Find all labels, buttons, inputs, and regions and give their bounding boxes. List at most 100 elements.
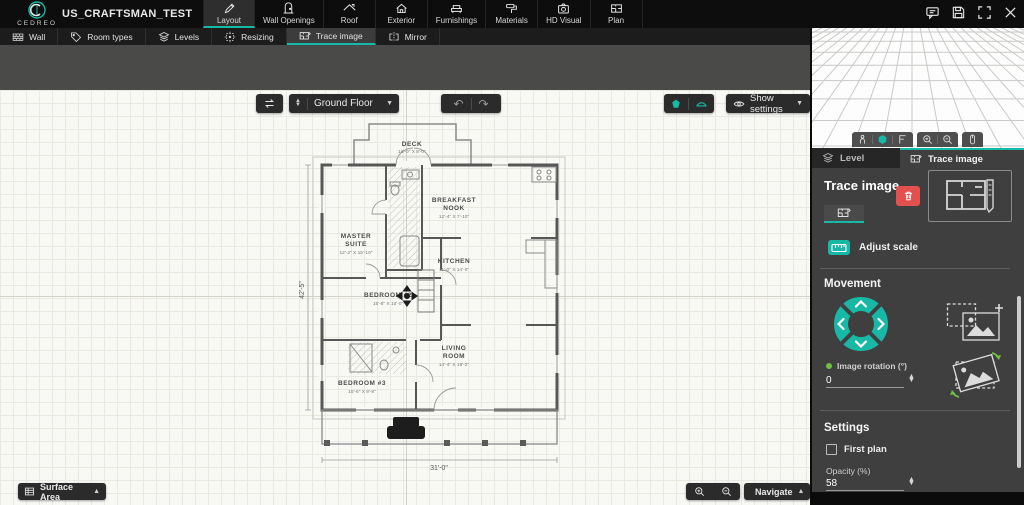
walk-mode-icon[interactable] <box>855 132 870 147</box>
tab-label: Furnishings <box>436 16 477 25</box>
first-plan-label: First plan <box>844 444 887 455</box>
tab-label: HD Visual <box>546 16 581 25</box>
rotate-image-icon[interactable] <box>944 346 1008 404</box>
tab-layout[interactable]: Layout <box>203 0 255 28</box>
camera-icon <box>557 2 570 15</box>
panel-scrollbar[interactable] <box>1017 296 1021 468</box>
plan-canvas[interactable]: 42'-5" 31'-0" DECK 18'-0" X 8'-0" MASTER… <box>0 90 810 505</box>
tab-hd-visual[interactable]: HD Visual <box>538 0 590 28</box>
save-icon[interactable] <box>951 5 966 20</box>
layers-icon <box>158 31 170 43</box>
zoom-out-3d-icon[interactable] <box>940 132 955 147</box>
room-dims: 12'-2" X 15'-10" <box>340 250 373 256</box>
show-settings-button[interactable]: Show settings ▼ <box>726 94 810 113</box>
tag-icon <box>70 31 82 43</box>
tool-wall[interactable]: Wall <box>0 28 58 45</box>
tool-label: Levels <box>175 32 200 42</box>
cedreo-logo-icon <box>28 1 46 19</box>
trace-image-thumbnail[interactable] <box>928 170 1012 222</box>
roof-view-icon[interactable] <box>689 94 714 113</box>
floor-plan-trace[interactable]: 42'-5" 31'-0" DECK 18'-0" X 8'-0" MASTER… <box>296 110 566 488</box>
undo-button[interactable]: ↶ <box>446 97 470 111</box>
aerial-mode-icon[interactable] <box>875 132 890 147</box>
move-dpad[interactable] <box>832 295 890 353</box>
room-label: BREAKFAST <box>432 197 476 204</box>
tab-label: Wall Openings <box>263 16 315 25</box>
wall-view-icon[interactable] <box>895 132 910 147</box>
brand-name: CEDREO <box>8 20 66 27</box>
move-image-icon[interactable] <box>946 300 1004 346</box>
tool-levels[interactable]: Levels <box>146 28 213 45</box>
compass-view-icon[interactable] <box>664 94 688 113</box>
zoom-in-3d-icon[interactable] <box>920 132 935 147</box>
ruler-icon <box>828 240 850 255</box>
trace-image-subtab[interactable] <box>824 205 864 223</box>
surface-area-button[interactable]: Surface Area ▲ <box>18 483 106 500</box>
tool-label: Mirror <box>405 32 427 42</box>
room-label: BEDROOM #3 <box>338 380 386 387</box>
image-rotation-row: Image rotation (°) <box>826 361 907 371</box>
zoom-controls <box>686 483 740 500</box>
fullscreen-icon[interactable] <box>977 5 992 20</box>
room-dims: 14'-4" X 19'-2" <box>439 362 470 368</box>
tool-label: Resizing <box>241 32 274 42</box>
zoom-out-button[interactable] <box>721 486 732 497</box>
floor-stepper[interactable]: ▲▼ <box>289 94 307 113</box>
swap-icon <box>263 97 276 110</box>
opacity-stepper[interactable]: ▲▼ <box>908 478 915 486</box>
floor-selector[interactable]: ▲▼ Ground Floor ▼ <box>289 94 399 113</box>
paint-roller-icon <box>505 2 518 15</box>
navigate-button[interactable]: Navigate ▲ <box>744 483 810 500</box>
door-icon <box>282 2 295 15</box>
tab-materials[interactable]: Materials <box>486 0 538 28</box>
undo-redo-group: ↶ ↷ <box>441 94 501 113</box>
show-settings-label: Show settings <box>750 93 791 115</box>
tab-furnishings[interactable]: Furnishings <box>428 0 486 28</box>
tool-resizing[interactable]: Resizing <box>212 28 287 45</box>
tool-room-types[interactable]: Room types <box>58 28 145 45</box>
delete-trace-button[interactable] <box>896 186 920 206</box>
room-dims: 11'-0" X 14'-0" <box>439 267 469 273</box>
viewport-3d[interactable] <box>812 28 1024 148</box>
panel-tab-level[interactable]: Level <box>812 148 900 168</box>
trace-image-icon <box>837 206 851 220</box>
room-dims: 15'-6" X 10'-0" <box>373 301 404 307</box>
perspective-grid <box>812 28 1024 148</box>
close-icon[interactable] <box>1003 5 1018 20</box>
room-label: MASTER <box>341 233 371 240</box>
tab-roof[interactable]: Roof <box>324 0 376 28</box>
room-label: DECK <box>402 141 422 148</box>
adjust-scale-button[interactable]: Adjust scale <box>828 240 918 255</box>
project-title: US_CRAFTSMAN_TEST <box>62 8 192 20</box>
room-dims: 15'-6" X 9'-8" <box>348 389 376 395</box>
tab-exterior[interactable]: Exterior <box>376 0 428 28</box>
tool-mirror[interactable]: Mirror <box>376 28 440 45</box>
chevron-down-icon: ▼ <box>796 100 803 107</box>
tool-label: Trace image <box>316 31 363 41</box>
mouse-help-icon[interactable] <box>965 132 980 147</box>
image-rotation-input[interactable] <box>826 374 904 388</box>
divider <box>820 268 1010 269</box>
divider <box>820 410 1010 411</box>
plan-width-dim: 31'-0" <box>430 465 448 472</box>
chevron-down-icon[interactable]: ▼ <box>386 100 399 107</box>
roof-icon <box>343 2 356 15</box>
trace-image-icon <box>910 153 922 165</box>
panel-heading: Trace image <box>824 178 899 193</box>
swap-view-button[interactable] <box>256 94 283 113</box>
opacity-input[interactable] <box>826 477 904 491</box>
first-plan-row: First plan <box>826 444 887 455</box>
image-rotation-stepper[interactable]: ▲▼ <box>908 375 915 383</box>
tab-label: Layout <box>217 16 241 25</box>
tab-wall-openings[interactable]: Wall Openings <box>255 0 324 28</box>
comment-icon[interactable] <box>925 5 940 20</box>
zoom-in-icon <box>694 486 705 497</box>
tab-plan[interactable]: Plan <box>591 0 643 28</box>
tool-trace-image[interactable]: Trace image <box>287 28 376 45</box>
first-plan-checkbox[interactable] <box>826 444 837 455</box>
settings-heading: Settings <box>824 422 869 434</box>
zoom-in-button[interactable] <box>694 486 705 497</box>
eye-icon <box>733 98 745 110</box>
redo-button[interactable]: ↷ <box>472 97 496 111</box>
panel-tab-trace-image[interactable]: Trace image <box>900 148 1024 168</box>
